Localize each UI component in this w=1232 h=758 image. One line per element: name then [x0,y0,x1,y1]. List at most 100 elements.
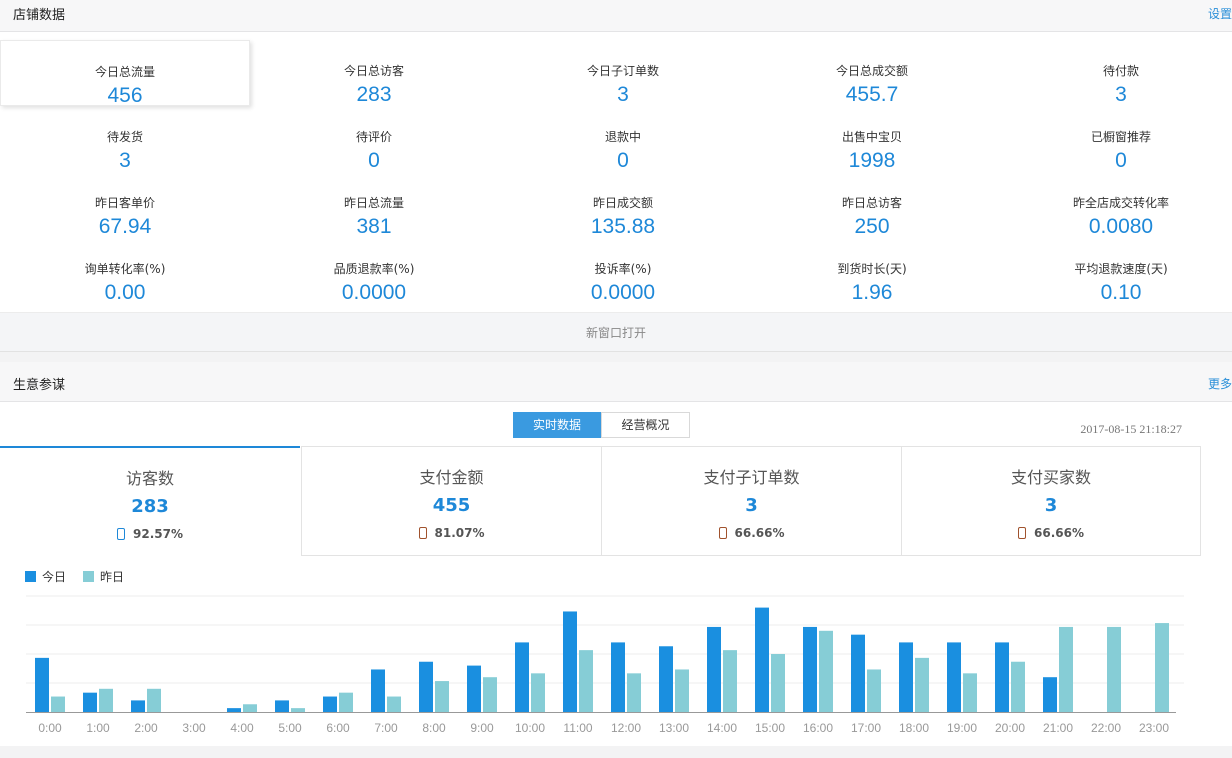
stat-label: 品质退款率(%) [333,262,415,276]
metric-label: 支付子订单数 [703,468,800,487]
hourly-bar-chart: 0:00 1:00 2:00 3:00 4:00 5:00 6:00 7:00 8:00 9:00… [26,595,1184,735]
legend-swatch [83,571,94,582]
business-advisor-header: 生意参谋 更多 [0,362,1232,402]
bar-yesterday[interactable] [915,657,929,712]
stat-label: 今日总流量 [94,65,155,79]
bar-yesterday[interactable] [291,708,305,712]
bar-today[interactable] [1043,677,1057,712]
stat-card[interactable]: 出售中宝贝 1998 [747,106,997,172]
stat-value: 456 [107,84,143,107]
open-new-window-button[interactable]: 新窗口打开 [0,312,1232,352]
bar-yesterday[interactable] [387,696,401,712]
shop-stats-grid: 今日总流量 456 今日总访客 283 今日子订单数 3 今日总成交额 455.7 待付款 3 待发… [0,32,1232,312]
tab-realtime-data[interactable]: 实时数据 [513,412,601,438]
stat-label: 昨日客单价 [94,196,155,210]
tab-business-overview[interactable]: 经营概况 [601,412,690,438]
stat-card[interactable]: 待发货 3 [0,106,250,172]
bar-yesterday[interactable] [99,688,113,712]
stat-label: 待发货 [106,130,143,144]
bar-today[interactable] [563,611,577,712]
bar-today[interactable] [659,646,673,712]
bar-today[interactable] [275,700,289,712]
bar-today[interactable] [371,669,385,712]
bar-today[interactable] [515,642,529,712]
bar-today[interactable] [227,708,241,712]
stat-card[interactable]: 昨日总流量 381 [249,172,499,238]
bar-yesterday[interactable] [1011,661,1025,712]
stat-card[interactable]: 昨全店成交转化率 0.0080 [996,172,1232,238]
business-advisor-panel: 实时数据 经营概况 2017-08-15 21:18:27 访客数 283 92… [0,402,1232,746]
stat-card[interactable]: 待付款 3 [996,40,1232,106]
stat-value: 0.0000 [590,281,656,304]
stat-card[interactable]: 今日总访客 283 [249,40,499,106]
bar-today[interactable] [803,626,817,712]
bar-yesterday[interactable] [867,669,881,712]
metric-paid-sub-orders[interactable]: 支付子订单数 3 66.66% [601,446,901,556]
bar-yesterday[interactable] [819,630,833,712]
x-tick-label: 4:00 [230,721,254,735]
legend-yesterday[interactable]: 昨日 [83,568,124,585]
bar-yesterday[interactable] [1107,626,1121,712]
bar-yesterday[interactable] [963,673,977,712]
stat-value: 0.0000 [341,281,407,304]
metric-paying-buyers[interactable]: 支付买家数 3 66.66% [901,446,1201,556]
stat-card[interactable]: 到货时长(天) 1.96 [747,238,997,304]
x-tick-label: 9:00 [470,721,494,735]
bar-today[interactable] [83,692,97,712]
metric-pct: 66.66% [1034,526,1084,540]
settings-link[interactable]: 设置 [1208,5,1232,22]
bar-yesterday[interactable] [627,673,641,712]
stat-card[interactable]: 今日总流量 456 [0,40,250,107]
stat-card[interactable]: 昨日成交额 135.88 [498,172,748,238]
bar-today[interactable] [995,642,1009,712]
bar-yesterday[interactable] [1059,626,1073,712]
bar-today[interactable] [419,661,433,712]
stat-card[interactable]: 昨日客单价 67.94 [0,172,250,238]
bar-yesterday[interactable] [435,681,449,712]
bar-today[interactable] [611,642,625,712]
stat-card[interactable]: 已橱窗推荐 0 [996,106,1232,172]
stat-card[interactable]: 平均退款速度(天) 0.10 [996,238,1232,304]
x-tick-label: 2:00 [134,721,158,735]
stat-card[interactable]: 昨日总访客 250 [747,172,997,238]
bar-today[interactable] [131,700,145,712]
stat-card[interactable]: 品质退款率(%) 0.0000 [249,238,499,304]
legend-today[interactable]: 今日 [25,568,66,585]
bar-yesterday[interactable] [771,654,785,712]
bar-today[interactable] [467,665,481,712]
stat-card[interactable]: 询单转化率(%) 0.00 [0,238,250,304]
stat-label: 今日子订单数 [586,64,659,78]
bar-yesterday[interactable] [147,688,161,712]
more-link[interactable]: 更多 [1208,375,1232,392]
stat-card[interactable]: 待评价 0 [249,106,499,172]
stat-label: 到货时长(天) [837,262,907,276]
bar-yesterday[interactable] [339,692,353,712]
bar-yesterday[interactable] [723,650,737,712]
metric-value: 283 [131,496,169,517]
bar-yesterday[interactable] [675,669,689,712]
bar-today[interactable] [323,696,337,712]
bar-today[interactable] [707,626,721,712]
bar-today[interactable] [755,607,769,712]
bar-yesterday[interactable] [531,673,545,712]
bar-today[interactable] [899,642,913,712]
bar-yesterday[interactable] [51,696,65,712]
x-tick-label: 8:00 [422,721,446,735]
bar-yesterday[interactable] [579,650,593,712]
mobile-icon [718,527,727,539]
metric-payment-amount[interactable]: 支付金额 455 81.07% [301,446,601,556]
stat-value: 1998 [848,149,896,172]
metric-visitors[interactable]: 访客数 283 92.57% [0,446,300,556]
bar-yesterday[interactable] [1155,623,1169,712]
stat-card[interactable]: 投诉率(%) 0.0000 [498,238,748,304]
bar-today[interactable] [35,657,49,712]
bar-yesterday[interactable] [483,677,497,712]
bar-today[interactable] [947,642,961,712]
bar-today[interactable] [851,634,865,712]
stat-label: 平均退款速度(天) [1074,262,1168,276]
bar-yesterday[interactable] [243,704,257,712]
stat-card[interactable]: 今日子订单数 3 [498,40,748,106]
shop-data-header: 店铺数据 设置 [0,0,1232,32]
stat-card[interactable]: 今日总成交额 455.7 [747,40,997,106]
stat-card[interactable]: 退款中 0 [498,106,748,172]
